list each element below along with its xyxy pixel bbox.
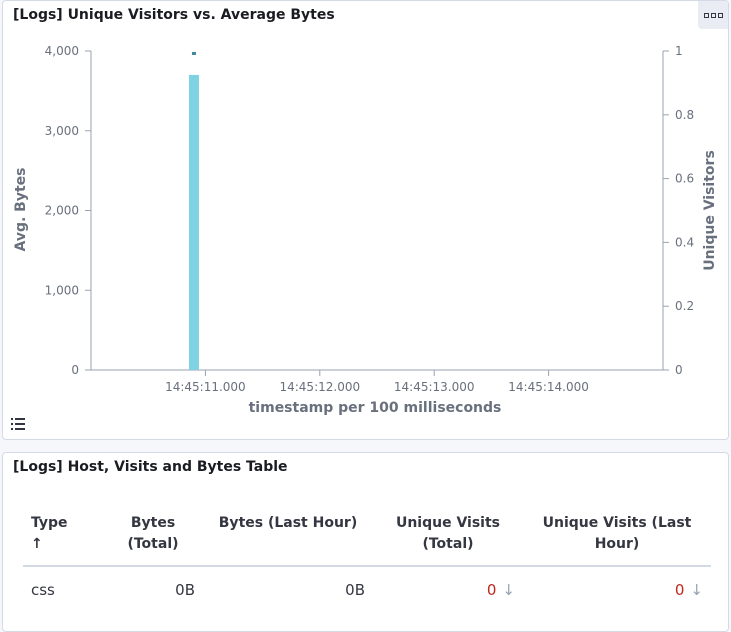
visitors-bytes-panel: [Logs] Unique Visitors vs. Average Bytes…	[2, 0, 729, 440]
column-header-bytes-last-hour[interactable]: Bytes (Last Hour)	[203, 503, 373, 566]
table-header-row: Type ↑ Bytes (Total) Bytes (Last Hour) Un…	[23, 503, 711, 566]
x-tick-label: 14:45:11.000	[165, 380, 246, 394]
column-header-bytes-total[interactable]: Bytes (Total)	[103, 503, 203, 566]
y-tick-label: 3,000	[45, 124, 79, 138]
cell-bytes-total: 0B	[175, 581, 195, 599]
y-axis-title: Avg. Bytes	[13, 168, 29, 252]
x-tick-label: 14:45:12.000	[279, 380, 360, 394]
data-point	[191, 52, 196, 55]
arrow-down-icon: ↓	[690, 581, 703, 599]
panel-title: [Logs] Host, Visits and Bytes Table	[13, 459, 288, 475]
table-row: css 0B 0B 0 ↓ 0 ↓	[23, 566, 711, 613]
data-table: Type ↑ Bytes (Total) Bytes (Last Hour) Un…	[23, 503, 711, 613]
arrow-down-icon: ↓	[502, 581, 515, 599]
cell-bytes-last-hour: 0B	[345, 581, 365, 599]
y-tick-label: 1,000	[45, 283, 79, 297]
y2-tick-label: 1	[675, 44, 683, 58]
column-header-visits-last-hour[interactable]: Unique Visits (Last Hour)	[523, 503, 711, 566]
x-tick-label: 14:45:14.000	[508, 380, 589, 394]
y-tick-label: 4,000	[45, 44, 79, 58]
host-visits-table-panel: [Logs] Host, Visits and Bytes Table Type…	[2, 452, 729, 632]
y-tick-label: 2,000	[45, 204, 79, 218]
sort-up-icon[interactable]: ↑	[31, 536, 43, 552]
bar-chart: 0 1,000 2,000 3,000 4,000 0 0.2 0.4 0.6 0.8 1 14:45…	[13, 44, 718, 416]
y2-tick-label: 0.4	[675, 235, 694, 249]
y2-tick-label: 0.6	[675, 172, 694, 186]
cell-visits-last-hour: 0 ↓	[674, 581, 703, 599]
x-tick-label: 14:45:13.000	[394, 380, 475, 394]
bar	[188, 74, 199, 371]
y2-tick-label: 0.2	[675, 299, 694, 313]
x-axis-title: timestamp per 100 milliseconds	[249, 400, 502, 416]
y2-tick-label: 0	[675, 363, 683, 377]
column-header-visits-total[interactable]: Unique Visits (Total)	[373, 503, 523, 566]
cell-type: css	[31, 581, 55, 599]
legend-toggle-icon[interactable]	[11, 418, 25, 430]
y2-axis-title: Unique Visitors	[702, 150, 718, 271]
y-tick-label: 0	[71, 363, 79, 377]
column-header-type[interactable]: Type ↑	[23, 503, 103, 566]
cell-visits-total: 0 ↓	[486, 581, 515, 599]
y2-tick-label: 0.8	[675, 108, 694, 122]
